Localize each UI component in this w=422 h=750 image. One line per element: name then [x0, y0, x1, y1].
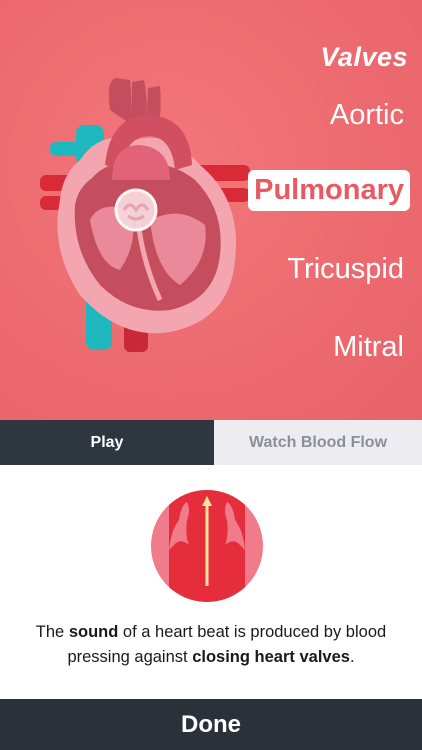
done-button[interactable]: Done: [0, 699, 422, 750]
valves-title: Valves: [320, 42, 408, 72]
valve-flow-icon: [151, 490, 263, 602]
heartbeat-description: The sound of a heart beat is produced by…: [35, 623, 387, 666]
valve-option-pulmonary[interactable]: Pulmonary: [248, 170, 410, 212]
tab-play[interactable]: Play: [0, 420, 214, 465]
tab-watch-blood-flow[interactable]: Watch Blood Flow: [214, 420, 422, 465]
valve-option-tricuspid[interactable]: Tricuspid: [281, 251, 410, 288]
valve-option-aortic[interactable]: Aortic: [324, 97, 410, 134]
emphasis-closing-valves: closing heart valves: [192, 648, 350, 666]
heart-anatomy-illustration: [40, 78, 250, 352]
heart-hero-panel: Valves Aortic Pulmonary Tricuspid Mitral: [0, 0, 422, 420]
valve-option-mitral[interactable]: Mitral: [327, 329, 410, 366]
emphasis-sound: sound: [68, 623, 119, 641]
mode-tabs: Play Watch Blood Flow: [0, 420, 422, 465]
